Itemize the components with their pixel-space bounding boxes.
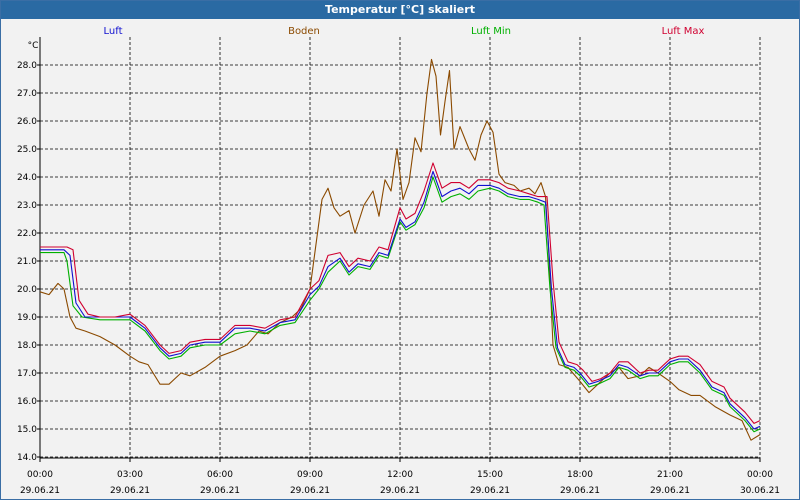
x-tick-date-label: 29.06.21	[380, 486, 420, 496]
x-tick-date-label: 29.06.21	[560, 486, 600, 496]
x-tick-date-label: 29.06.21	[650, 486, 690, 496]
x-tick-time-label: 00:00	[27, 470, 53, 480]
x-tick-date-label: 29.06.21	[110, 486, 150, 496]
y-axis-label: °C	[28, 41, 39, 51]
y-tick-label: 28.0	[17, 61, 37, 71]
y-tick-label: 20.0	[17, 285, 37, 295]
y-tick-label: 21.0	[17, 257, 37, 267]
y-tick-label: 15.0	[17, 425, 37, 435]
x-tick-time-label: 03:00	[117, 470, 143, 480]
y-ticks: 14.0 15.0 16.0 17.0 18.0 19.0 20.0 21.0 22.0 23.0…	[17, 61, 40, 463]
legend-item: Boden	[288, 26, 320, 37]
x-tick-date-label: 29.06.21	[470, 486, 510, 496]
y-tick-label: 22.0	[17, 229, 37, 239]
x-tick-time-label: 18:00	[567, 470, 593, 480]
y-tick-label: 16.0	[17, 397, 37, 407]
x-tick-time-label: 00:00	[747, 470, 773, 480]
x-tick-date-label: 29.06.21	[20, 486, 60, 496]
x-tick-time-label: 12:00	[387, 470, 413, 480]
y-tick-label: 25.0	[17, 145, 37, 155]
x-tick-time-label: 09:00	[297, 470, 323, 480]
x-tick-time-label: 06:00	[207, 470, 233, 480]
legend-item: Luft	[104, 26, 123, 37]
legend: Luft Boden Luft Min Luft Max	[104, 26, 705, 37]
y-tick-label: 17.0	[17, 369, 37, 379]
y-tick-label: 27.0	[17, 89, 37, 99]
temperature-chart: Luft Boden Luft Min Luft Max °C 14.0 15.0 16.…	[17, 26, 780, 496]
y-tick-label: 24.0	[17, 173, 37, 183]
legend-item: Luft Min	[471, 26, 511, 37]
grid	[40, 37, 761, 458]
x-tick-date-label: 29.06.21	[290, 486, 330, 496]
y-tick-label: 14.0	[17, 453, 37, 463]
y-tick-label: 26.0	[17, 117, 37, 127]
x-ticks: 00:00 29.06.21 03:00 29.06.21 06:00 29.06.21 0…	[20, 458, 780, 496]
legend-item: Luft Max	[662, 26, 705, 37]
y-tick-label: 19.0	[17, 313, 37, 323]
x-tick-date-label: 29.06.21	[200, 486, 240, 496]
y-tick-label: 23.0	[17, 201, 37, 211]
y-tick-label: 18.0	[17, 341, 37, 351]
x-tick-date-label: 30.06.21	[740, 486, 780, 496]
series-line	[40, 170, 761, 430]
x-tick-time-label: 15:00	[477, 470, 503, 480]
x-tick-time-label: 21:00	[657, 470, 683, 480]
y-axis-label-group: °C	[28, 41, 39, 51]
